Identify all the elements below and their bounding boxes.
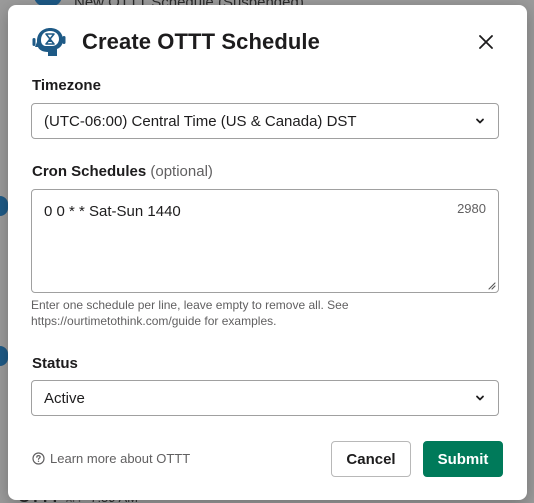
status-select[interactable]: Active xyxy=(31,380,499,416)
cron-hint-text: Enter one schedule per line, leave empty… xyxy=(31,297,411,329)
ottt-logo-icon xyxy=(32,27,66,57)
timezone-value: (UTC-06:00) Central Time (US & Canada) D… xyxy=(44,112,357,130)
resize-grip-icon[interactable] xyxy=(487,281,496,290)
app-avatar xyxy=(0,196,8,216)
cron-schedules-label: Cron Schedules (optional) xyxy=(32,163,213,180)
learn-more-text: Learn more about OTTT xyxy=(50,451,191,466)
create-schedule-modal: Create OTTT Schedule Timezone (UTC-06:00… xyxy=(8,5,527,500)
modal-header: Create OTTT Schedule xyxy=(32,25,507,59)
chevron-down-icon xyxy=(476,118,484,124)
optional-label: (optional) xyxy=(150,163,213,180)
cron-label-text: Cron Schedules xyxy=(32,163,147,180)
help-circle-icon xyxy=(32,452,45,465)
timezone-label: Timezone xyxy=(32,77,101,94)
close-button[interactable] xyxy=(473,29,499,55)
hint-line: Enter one schedule per line, leave empty… xyxy=(31,298,349,312)
status-value: Active xyxy=(44,389,85,407)
chevron-down-icon xyxy=(476,395,484,401)
learn-more-link[interactable]: Learn more about OTTT xyxy=(32,451,190,466)
timezone-select[interactable]: (UTC-06:00) Central Time (US & Canada) D… xyxy=(31,103,499,139)
cron-schedules-input[interactable]: 0 0 * * Sat-Sun 1440 2980 xyxy=(31,189,499,293)
cancel-button[interactable]: Cancel xyxy=(331,441,411,477)
app-avatar xyxy=(0,346,8,366)
modal-title: Create OTTT Schedule xyxy=(82,29,320,54)
close-icon xyxy=(479,35,493,49)
submit-button[interactable]: Submit xyxy=(423,441,503,477)
hint-line: https://ourtimetothink.com/guide for exa… xyxy=(31,314,277,328)
status-label: Status xyxy=(32,355,78,372)
char-count: 2980 xyxy=(457,201,486,216)
cron-schedules-value: 0 0 * * Sat-Sun 1440 xyxy=(44,203,181,220)
